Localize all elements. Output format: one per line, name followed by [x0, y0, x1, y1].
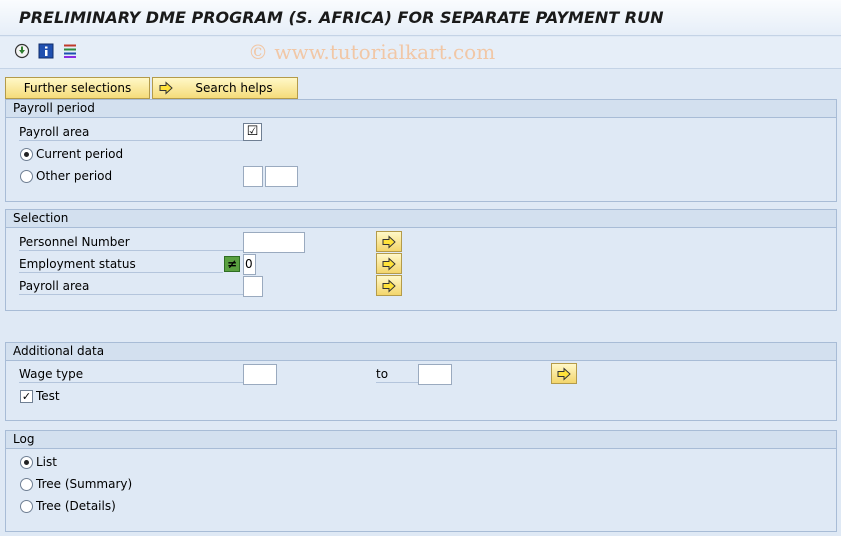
not-equal-operator-icon[interactable]: ≠: [224, 256, 240, 272]
employment-status-label: Employment status: [19, 255, 223, 273]
arrow-right-icon: [382, 257, 396, 271]
log-tree-details-label: Tree (Details): [36, 499, 116, 513]
employment-status-multiple-selection-button[interactable]: [376, 253, 402, 274]
test-checkbox[interactable]: ✓: [20, 390, 33, 403]
log-tree-summary-label: Tree (Summary): [36, 477, 133, 491]
arrow-right-icon: [382, 279, 396, 293]
personnel-number-multiple-selection-button[interactable]: [376, 231, 402, 252]
payroll-area-label: Payroll area: [19, 123, 243, 141]
wage-type-label: Wage type: [19, 365, 243, 383]
current-period-label: Current period: [36, 147, 124, 161]
log-tree-summary-radio[interactable]: [20, 478, 33, 491]
additional-data-header: Additional data: [6, 343, 836, 361]
other-period-field[interactable]: [243, 166, 263, 187]
title-bar: PRELIMINARY DME PROGRAM (S. AFRICA) FOR …: [0, 0, 841, 36]
selection-payroll-area-label: Payroll area: [19, 277, 243, 295]
log-tree-details-radio[interactable]: [20, 500, 33, 513]
employment-status-input[interactable]: 0: [243, 254, 256, 275]
log-header: Log: [6, 431, 836, 449]
other-period-year-field[interactable]: [265, 166, 298, 187]
application-toolbar: © www.tutorialkart.com: [0, 37, 841, 69]
selection-header: Selection: [6, 210, 836, 228]
personnel-number-label: Personnel Number: [19, 233, 243, 251]
payroll-period-header: Payroll period: [6, 100, 836, 118]
log-list-label: List: [36, 455, 57, 469]
selection-payroll-area-input[interactable]: [243, 276, 263, 297]
arrow-right-icon: [159, 81, 173, 98]
search-helps-label: Search helps: [195, 81, 273, 95]
watermark: © www.tutorialkart.com: [248, 40, 496, 64]
wage-type-from-input[interactable]: [243, 364, 277, 385]
info-icon[interactable]: [38, 43, 54, 59]
test-label: Test: [36, 389, 60, 403]
other-period-label: Other period: [36, 169, 113, 183]
log-list-radio[interactable]: [20, 456, 33, 469]
further-selections-label: Further selections: [23, 81, 132, 95]
page-title: PRELIMINARY DME PROGRAM (S. AFRICA) FOR …: [19, 8, 664, 27]
payroll-period-group: Payroll period: [5, 99, 837, 202]
payroll-area-checkbox[interactable]: ☑: [243, 123, 262, 141]
execute-icon[interactable]: [14, 43, 30, 59]
arrow-right-icon: [382, 235, 396, 249]
personnel-number-input[interactable]: [243, 232, 305, 253]
wage-type-to-input[interactable]: [418, 364, 452, 385]
wage-type-multiple-selection-button[interactable]: [551, 363, 577, 384]
other-period-radio[interactable]: [20, 170, 33, 183]
current-period-radio[interactable]: [20, 148, 33, 161]
variants-icon[interactable]: [62, 43, 78, 59]
search-helps-button[interactable]: Search helps: [152, 77, 298, 99]
to-label: to: [376, 365, 418, 383]
further-selections-button[interactable]: Further selections: [5, 77, 150, 99]
arrow-right-icon: [557, 367, 571, 381]
payroll-area-multiple-selection-button[interactable]: [376, 275, 402, 296]
